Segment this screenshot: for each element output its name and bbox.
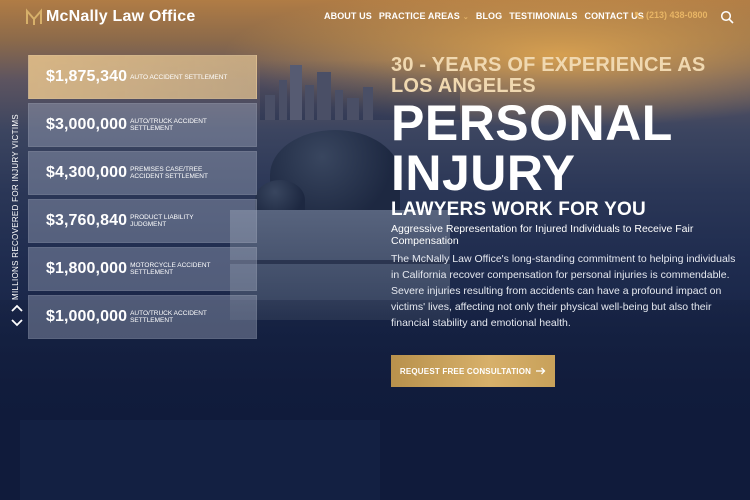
settlement-card[interactable]: $3,760,840 PRODUCT LIABILITY JUDGMENT bbox=[28, 199, 257, 243]
settlement-label: AUTO/TRUCK ACCIDENT SETTLEMENT bbox=[130, 118, 207, 132]
search-icon[interactable] bbox=[720, 10, 734, 24]
arrow-right-icon bbox=[536, 367, 546, 375]
settlement-amount: $4,300,000 bbox=[46, 164, 128, 181]
nav-testimonials[interactable]: TESTIMONIALS bbox=[509, 11, 577, 21]
settlement-label: AUTO ACCIDENT SETTLEMENT bbox=[130, 73, 228, 81]
hero-tagline: Aggressive Representation for Injured In… bbox=[391, 223, 694, 247]
main-nav: ABOUT US PRACTICE AREAS ⌄ BLOG TESTIMONIA… bbox=[324, 11, 651, 21]
phone-link[interactable]: (213) 438-0800 bbox=[634, 10, 708, 20]
settlement-label: PRODUCT LIABILITY JUDGMENT bbox=[130, 214, 194, 228]
settlement-amount: $3,000,000 bbox=[46, 116, 128, 133]
city-skyline bbox=[255, 60, 395, 120]
settlement-amount: $1,000,000 bbox=[46, 308, 128, 325]
logo-monogram-icon bbox=[26, 8, 42, 25]
phone-icon bbox=[634, 11, 643, 19]
settlement-card[interactable]: $1,875,340 AUTO ACCIDENT SETTLEMENT bbox=[28, 55, 257, 99]
chevron-down-icon: ⌄ bbox=[462, 14, 469, 21]
hero-headline-line2: INJURY bbox=[391, 145, 576, 201]
bottom-panel bbox=[20, 420, 380, 500]
side-rail-label: MILLIONS RECOVERED FOR INJURY VICTIMS bbox=[11, 114, 20, 300]
settlement-amount: $1,800,000 bbox=[46, 260, 128, 277]
settlement-list: $1,875,340 AUTO ACCIDENT SETTLEMENT $3,0… bbox=[28, 55, 257, 343]
chevron-down-icon[interactable] bbox=[11, 318, 23, 328]
phone-number: (213) 438-0800 bbox=[646, 10, 708, 20]
settlement-card[interactable]: $3,000,000 AUTO/TRUCK ACCIDENT SETTLEMEN… bbox=[28, 103, 257, 147]
brand-logo[interactable]: McNally Law Office bbox=[26, 8, 195, 26]
request-consultation-button[interactable]: REQUEST FREE CONSULTATION bbox=[391, 355, 555, 387]
settlement-amount: $3,760,840 bbox=[46, 212, 128, 229]
settlement-card[interactable]: $4,300,000 PREMISES CASE/TREE ACCIDENT S… bbox=[28, 151, 257, 195]
brand-name: McNally Law Office bbox=[46, 8, 196, 25]
settlement-label: MOTORCYCLE ACCIDENT SETTLEMENT bbox=[130, 262, 211, 276]
site-header: McNally Law Office ABOUT US PRACTICE ARE… bbox=[0, 0, 750, 36]
settlement-label: AUTO/TRUCK ACCIDENT SETTLEMENT bbox=[130, 310, 207, 324]
nav-practice-areas[interactable]: PRACTICE AREAS ⌄ bbox=[379, 11, 469, 21]
settlement-label: PREMISES CASE/TREE ACCIDENT SETTLEMENT bbox=[130, 166, 208, 180]
hero-eyebrow: 30 - YEARS OF EXPERIENCE AS LOS ANGELES bbox=[391, 54, 706, 97]
hero-headline-line1: PERSONAL bbox=[391, 95, 673, 151]
settlement-card[interactable]: $1,000,000 AUTO/TRUCK ACCIDENT SETTLEMEN… bbox=[28, 295, 257, 339]
hero-content: 30 - YEARS OF EXPERIENCE AS LOS ANGELES … bbox=[391, 55, 741, 331]
hero-paragraph: The McNally Law Office's long-standing c… bbox=[391, 253, 736, 329]
hero-subheadline: LAWYERS WORK FOR YOU bbox=[391, 199, 646, 220]
settlement-card[interactable]: $1,800,000 MOTORCYCLE ACCIDENT SETTLEMEN… bbox=[28, 247, 257, 291]
settlement-amount: $1,875,340 bbox=[46, 68, 128, 85]
nav-blog[interactable]: BLOG bbox=[476, 11, 502, 21]
nav-about-us[interactable]: ABOUT US bbox=[324, 11, 372, 21]
chevron-up-icon[interactable] bbox=[11, 303, 23, 313]
cta-label: REQUEST FREE CONSULTATION bbox=[399, 366, 532, 376]
nav-practice-areas-label: PRACTICE AREAS bbox=[378, 11, 460, 21]
